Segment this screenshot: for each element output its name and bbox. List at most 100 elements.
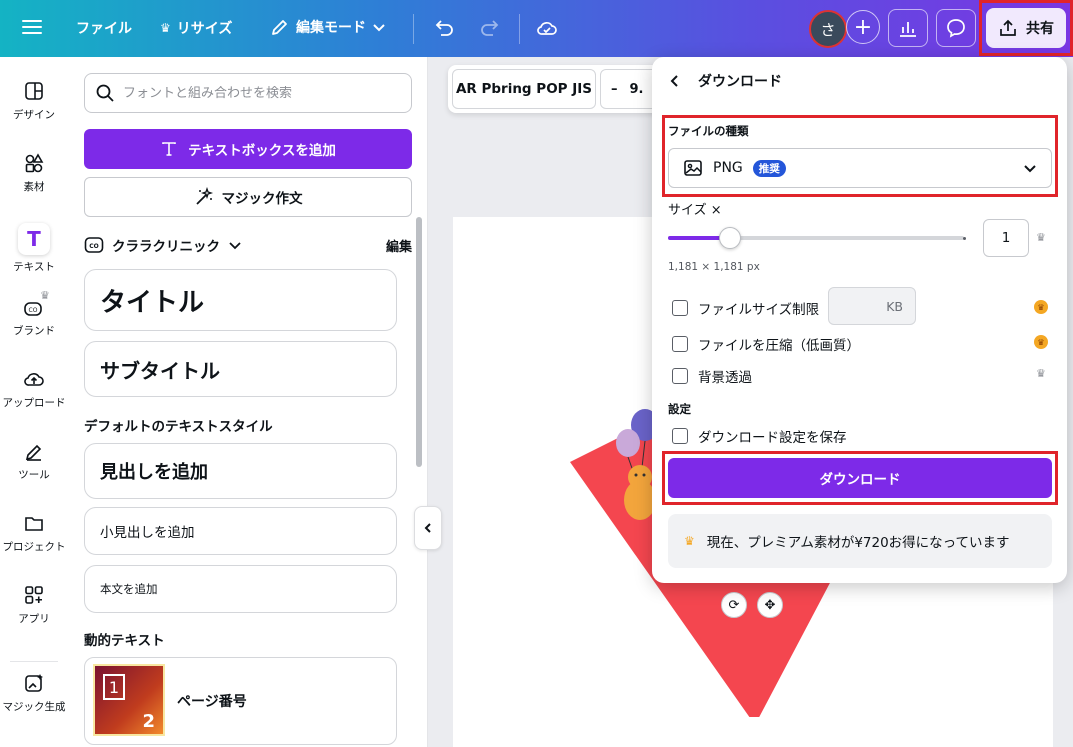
rail-label: アプリ: [18, 613, 50, 625]
size-input-value: 1: [1001, 230, 1011, 246]
size-label: サイズ ×: [668, 203, 722, 218]
promo-text: 現在、プレミアム素材が¥720お得になっています: [706, 535, 1010, 551]
brand-title-style[interactable]: タイトル: [84, 269, 397, 331]
compress-file-checkbox[interactable]: [672, 336, 688, 352]
rail-item-magic-media[interactable]: マジック生成: [0, 671, 68, 714]
menu-icon[interactable]: [20, 16, 44, 40]
move-icon[interactable]: ✥: [757, 592, 783, 618]
magic-wand-icon: [195, 187, 213, 205]
search-box: [84, 73, 412, 113]
cloud-save-icon[interactable]: [535, 16, 559, 44]
page-number-frame: 1: [103, 674, 125, 700]
back-arrow-icon[interactable]: [668, 74, 682, 88]
avatar-initial: さ: [820, 20, 836, 39]
insights-button[interactable]: [888, 9, 928, 47]
brand-subtitle-style[interactable]: サブタイトル: [84, 341, 397, 397]
thumb-number-two: 2: [142, 711, 155, 732]
dynamic-text-heading: 動的テキスト: [84, 633, 165, 649]
chevron-down-icon[interactable]: [228, 238, 242, 252]
limit-file-size-checkbox[interactable]: [672, 300, 688, 316]
font-size-value[interactable]: 9.: [630, 82, 644, 97]
file-type-select[interactable]: PNG 推奨: [668, 148, 1052, 188]
add-collaborator-button[interactable]: +: [846, 10, 880, 44]
rail-item-projects[interactable]: プロジェクト: [0, 511, 68, 554]
search-input[interactable]: [123, 85, 393, 101]
font-size-decrease[interactable]: –: [611, 82, 618, 97]
share-button[interactable]: 共有: [986, 8, 1066, 48]
recommended-badge: 推奨: [752, 159, 786, 177]
compress-file-row[interactable]: ファイルを圧縮（低画質）: [672, 334, 860, 354]
text-format-toolbar: AR Pbring POP JIS – 9.: [448, 65, 678, 113]
file-type-value: PNG: [713, 160, 743, 176]
limit-file-size-label: ファイルサイズ制限: [698, 302, 820, 318]
page-number-card[interactable]: 1 2 ページ番号: [84, 657, 397, 745]
svg-text:CO: CO: [29, 307, 38, 314]
resize-label: リサイズ: [176, 21, 233, 37]
bar-chart-icon: [900, 22, 916, 37]
limit-file-size-row[interactable]: ファイルサイズ制限: [672, 298, 819, 318]
size-slider[interactable]: [668, 227, 964, 249]
rail-item-text[interactable]: T テキスト: [0, 223, 68, 274]
upload-icon: [1000, 19, 1016, 36]
layout-icon: [22, 79, 46, 103]
file-size-limit-input[interactable]: KB: [828, 287, 916, 325]
rail-label: アップロード: [2, 397, 66, 409]
pixel-dimensions: 1,181 × 1,181 px: [668, 261, 760, 273]
rail-item-uploads[interactable]: アップロード: [0, 367, 68, 410]
size-input[interactable]: 1: [983, 219, 1029, 257]
add-textbox-button[interactable]: テキストボックスを追加: [84, 129, 412, 169]
tool-icon: [22, 439, 46, 463]
premium-crown-icon: ♛: [1034, 300, 1048, 314]
page-number-thumbnail: 1 2: [93, 664, 165, 736]
share-label: 共有: [1026, 21, 1054, 37]
add-heading-style[interactable]: 見出しを追加: [84, 443, 397, 499]
add-body-style[interactable]: 本文を追加: [84, 565, 397, 613]
comments-button[interactable]: [936, 9, 976, 47]
magic-write-button[interactable]: マジック作文: [84, 177, 412, 217]
panel-scrollbar[interactable]: [416, 217, 422, 467]
rail-label: 素材: [23, 181, 45, 193]
avatar[interactable]: さ: [809, 10, 847, 48]
chevron-down-icon: [373, 24, 385, 32]
rail-item-tools[interactable]: ツール: [0, 439, 68, 482]
rail-item-apps[interactable]: アプリ: [0, 583, 68, 626]
transparent-bg-row[interactable]: 背景透過: [672, 366, 752, 386]
side-rail: デザイン 素材 T テキスト CO ♛ ブランド アップロード ツール プロジェ…: [0, 57, 68, 747]
brand-kit-name[interactable]: クララクリニック: [112, 235, 220, 255]
save-settings-checkbox[interactable]: [672, 428, 688, 444]
resize-button[interactable]: ♛ リサイズ: [160, 18, 232, 38]
brand-logo-icon: CO: [84, 237, 104, 253]
text-t-icon: [162, 142, 176, 156]
download-button[interactable]: ダウンロード: [668, 458, 1052, 498]
edit-mode-dropdown[interactable]: 編集モード: [270, 17, 386, 37]
undo-icon[interactable]: [433, 17, 455, 43]
rail-item-brand[interactable]: CO ♛ ブランド: [0, 289, 68, 338]
collapse-panel-button[interactable]: [414, 506, 442, 550]
folder-icon: [22, 511, 46, 535]
premium-crown-icon: ♛: [1034, 335, 1048, 349]
save-settings-row[interactable]: ダウンロード設定を保存: [672, 426, 847, 446]
brand-edit-link[interactable]: 編集: [386, 236, 412, 255]
crown-icon: ♛: [684, 534, 695, 548]
rotate-icon[interactable]: ⟳: [721, 592, 747, 618]
add-heading-text: 見出しを追加: [100, 462, 208, 483]
divider: [519, 14, 520, 44]
rail-label: ブランド: [13, 325, 55, 337]
elements-icon: [22, 151, 46, 175]
file-menu[interactable]: ファイル: [76, 18, 132, 38]
rail-item-design[interactable]: デザイン: [0, 79, 68, 122]
kb-unit: KB: [886, 298, 903, 314]
add-subheading-style[interactable]: 小見出しを追加: [84, 507, 397, 555]
chevron-down-icon: [1024, 165, 1036, 173]
rail-item-elements[interactable]: 素材: [0, 151, 68, 194]
thumb-number-one: 1: [108, 677, 120, 697]
download-header: ダウンロード: [668, 69, 782, 93]
brand-kit-row: CO クララクリニック 編集: [84, 233, 412, 257]
slider-end-dot: [963, 237, 966, 240]
rail-label: テキスト: [13, 261, 55, 273]
image-icon: [684, 160, 702, 176]
size-slider-thumb[interactable]: [719, 227, 742, 249]
font-family-select[interactable]: AR Pbring POP JIS: [452, 69, 596, 109]
redo-icon[interactable]: [479, 17, 501, 43]
transparent-bg-checkbox[interactable]: [672, 368, 688, 384]
